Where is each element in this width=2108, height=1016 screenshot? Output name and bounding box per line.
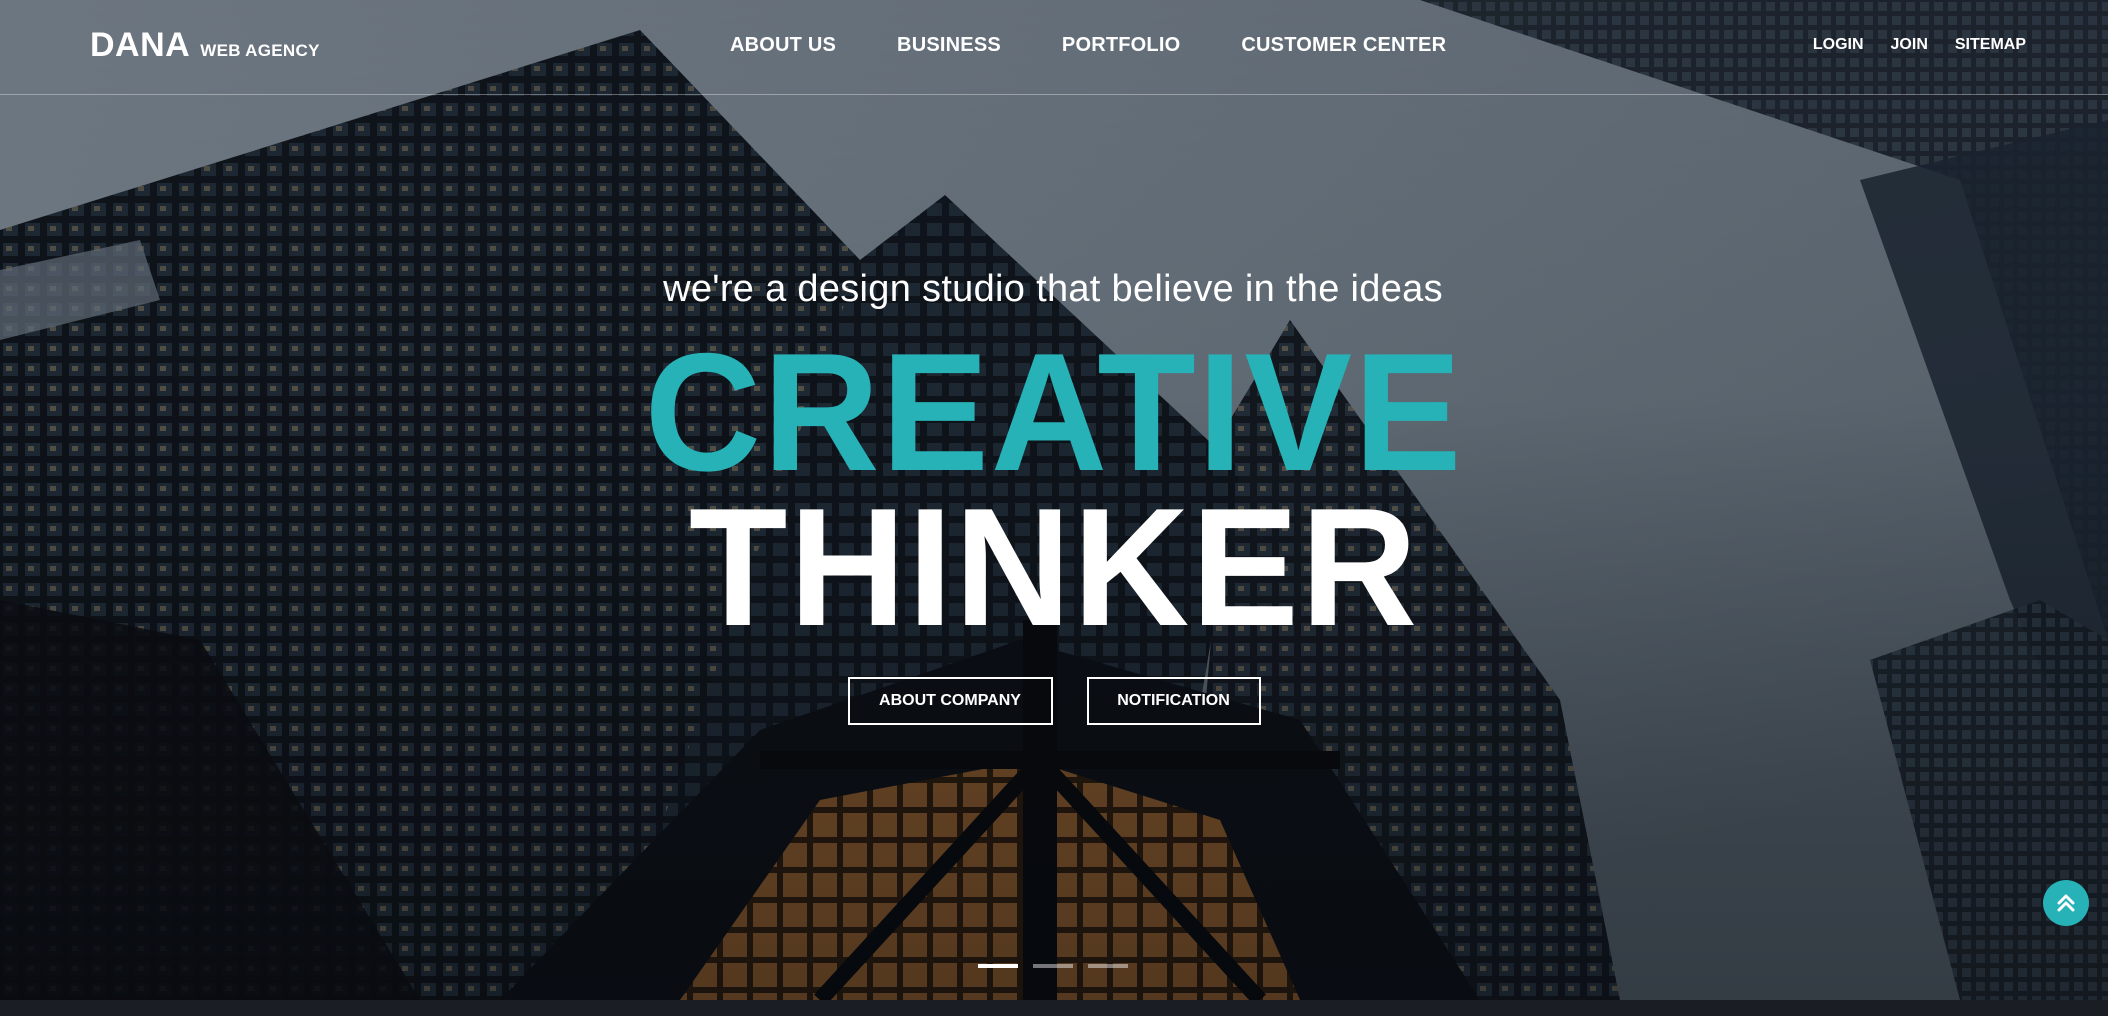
logo-subtitle: WEB AGENCY xyxy=(200,41,320,60)
hero-buttons: ABOUT COMPANY NOTIFICATION xyxy=(0,677,2108,725)
about-company-button[interactable]: ABOUT COMPANY xyxy=(847,677,1053,725)
hero-headline-thinker: THINKER xyxy=(688,473,1420,661)
nav-customer-center[interactable]: CUSTOMER CENTER xyxy=(1241,34,1446,57)
logo-brand: DANA xyxy=(90,26,191,64)
bottom-strip xyxy=(0,1000,2108,1016)
utility-nav: LOGIN JOIN SITEMAP xyxy=(1813,36,2026,54)
hero-headline-creative: CREATIVE xyxy=(644,318,1464,506)
site-header: DANA WEB AGENCY ABOUT US BUSINESS PORTFO… xyxy=(0,0,2108,95)
slide-indicator-1[interactable] xyxy=(978,964,1018,968)
nav-portfolio[interactable]: PORTFOLIO xyxy=(1062,34,1180,57)
slide-indicator-3[interactable] xyxy=(1088,964,1128,968)
login-link[interactable]: LOGIN xyxy=(1813,36,1864,54)
notification-button[interactable]: NOTIFICATION xyxy=(1086,677,1261,725)
join-link[interactable]: JOIN xyxy=(1891,36,1928,54)
nav-business[interactable]: BUSINESS xyxy=(897,34,1001,57)
hero-tagline: we're a design studio that believe in th… xyxy=(663,268,1443,310)
sitemap-link[interactable]: SITEMAP xyxy=(1955,36,2026,54)
hero-copy: we're a design studio that believe in th… xyxy=(0,268,2108,661)
nav-about-us[interactable]: ABOUT US xyxy=(730,34,836,57)
slide-indicator-2[interactable] xyxy=(1033,964,1073,968)
logo[interactable]: DANA WEB AGENCY xyxy=(90,26,320,65)
slide-pager xyxy=(978,964,1128,968)
double-chevron-up-icon xyxy=(2057,894,2075,912)
main-nav: ABOUT US BUSINESS PORTFOLIO CUSTOMER CEN… xyxy=(730,34,1446,57)
scroll-top-button[interactable] xyxy=(2043,880,2089,926)
